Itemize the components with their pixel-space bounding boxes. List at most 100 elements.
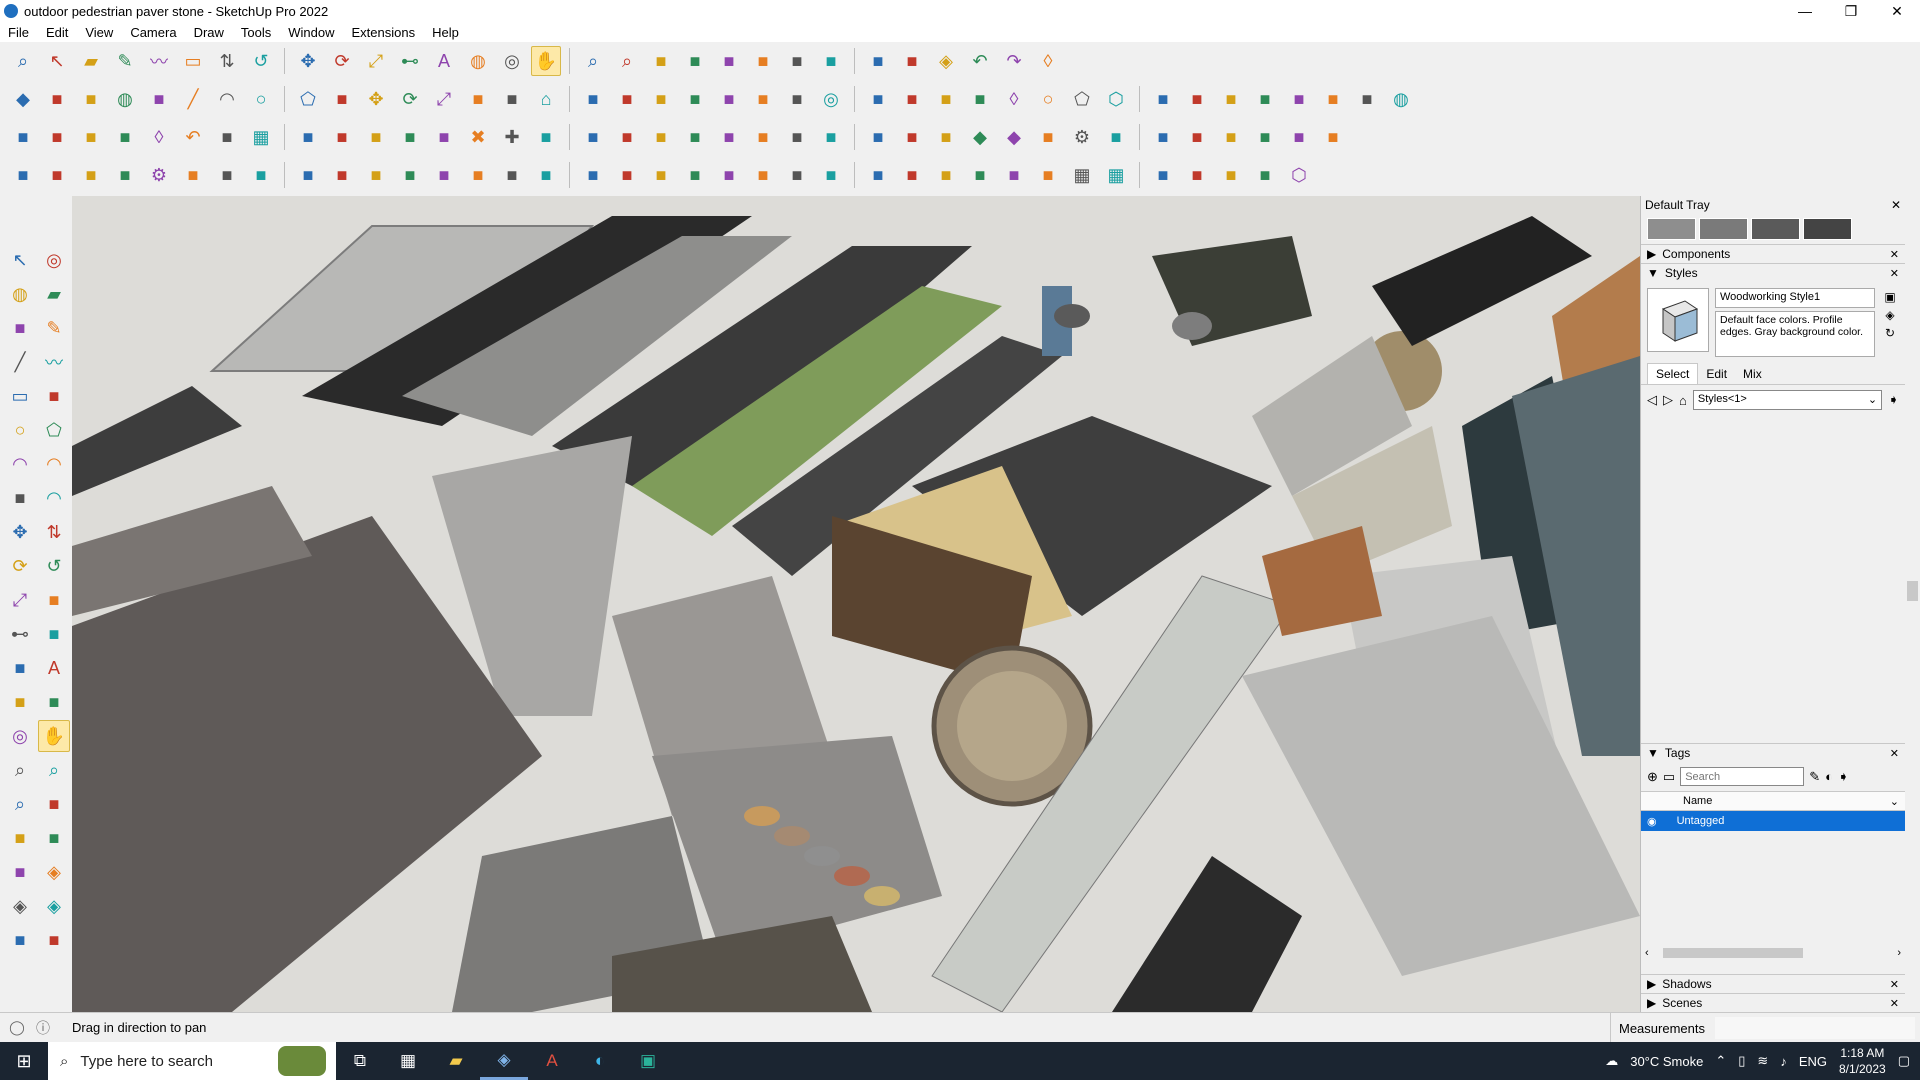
- paint-icon[interactable]: ◍: [1386, 84, 1416, 114]
- roof-icon[interactable]: ■: [578, 84, 608, 114]
- warehouse-icon[interactable]: ■: [782, 46, 812, 76]
- spike-icon[interactable]: ■: [531, 160, 561, 190]
- menu-help[interactable]: Help: [424, 25, 468, 40]
- components-section[interactable]: ▶ Components ✕: [1641, 244, 1905, 263]
- loop-icon[interactable]: ■: [680, 122, 710, 152]
- cube-icon[interactable]: ◆: [8, 84, 38, 114]
- hatch-icon[interactable]: ■: [1182, 122, 1212, 152]
- sketchup-icon[interactable]: ◈: [480, 1042, 528, 1080]
- intersect-icon[interactable]: ■: [897, 84, 927, 114]
- 3dsmax-icon[interactable]: ▣: [624, 1042, 672, 1080]
- front-view-icon[interactable]: ■: [714, 46, 744, 76]
- style-description-field[interactable]: Default face colors. Profile edges. Gray…: [1715, 311, 1875, 357]
- stack-icon[interactable]: ■: [931, 122, 961, 152]
- windows-start-icon[interactable]: ⊞: [0, 1042, 48, 1080]
- geo-location-icon[interactable]: ◯: [8, 1019, 26, 1037]
- arrow-icon[interactable]: ■: [714, 160, 744, 190]
- section-display-icon[interactable]: ◈: [4, 890, 36, 922]
- gear-icon[interactable]: ⚙: [1067, 122, 1097, 152]
- tape-icon[interactable]: ⊷: [4, 618, 36, 650]
- circle-icon[interactable]: ○: [4, 414, 36, 446]
- cone2-icon[interactable]: ■: [612, 122, 642, 152]
- flip-icon[interactable]: ■: [463, 84, 493, 114]
- previous-icon[interactable]: ■: [38, 788, 70, 820]
- saw-icon[interactable]: ■: [816, 160, 846, 190]
- stack-icon[interactable]: ■: [748, 160, 778, 190]
- bend-icon[interactable]: ■: [395, 122, 425, 152]
- plane2-icon[interactable]: ■: [42, 122, 72, 152]
- explode-icon[interactable]: ■: [1318, 84, 1348, 114]
- language-indicator[interactable]: ENG: [1799, 1054, 1827, 1069]
- window-icon[interactable]: ■: [1148, 122, 1178, 152]
- lamp-icon[interactable]: ■: [816, 122, 846, 152]
- chevron-up-icon[interactable]: ⌃: [1715, 1053, 1726, 1069]
- shell-icon[interactable]: ■: [293, 160, 323, 190]
- select-icon[interactable]: ↖: [4, 244, 36, 276]
- hook-icon[interactable]: ■: [863, 122, 893, 152]
- close-icon[interactable]: ✕: [1890, 978, 1899, 991]
- forward-arrow-icon[interactable]: ▷: [1663, 392, 1673, 408]
- door-icon[interactable]: ■: [612, 84, 642, 114]
- twist-icon[interactable]: ■: [212, 160, 242, 190]
- pipe-icon[interactable]: ■: [361, 122, 391, 152]
- truss2-icon[interactable]: ■: [1033, 160, 1063, 190]
- tape-icon[interactable]: ⊷: [395, 46, 425, 76]
- weather-text[interactable]: 30°C Smoke: [1630, 1054, 1703, 1069]
- undo-icon[interactable]: ↶: [965, 46, 995, 76]
- rotated-rect-icon[interactable]: ■: [38, 380, 70, 412]
- axes-icon[interactable]: ■: [897, 46, 927, 76]
- volume-icon[interactable]: ♪: [1780, 1054, 1787, 1069]
- menu-file[interactable]: File: [0, 25, 38, 40]
- cut-icon[interactable]: ■: [110, 160, 140, 190]
- acrobat-icon[interactable]: A: [528, 1042, 576, 1080]
- measurements-input[interactable]: [1714, 1017, 1915, 1039]
- fence-icon[interactable]: ■: [361, 160, 391, 190]
- scale-icon[interactable]: ⤢: [361, 46, 391, 76]
- extension-icon[interactable]: ■: [816, 46, 846, 76]
- paint-icon[interactable]: ◍: [4, 278, 36, 310]
- car-icon[interactable]: ■: [76, 160, 106, 190]
- component-icon[interactable]: ■: [42, 84, 72, 114]
- info-icon[interactable]: ⓘ: [34, 1019, 52, 1037]
- scale-icon[interactable]: ⤢: [4, 584, 36, 616]
- weld-icon[interactable]: ■: [1284, 84, 1314, 114]
- text-icon[interactable]: A: [38, 652, 70, 684]
- style-swatch[interactable]: [1751, 218, 1800, 240]
- blob-icon[interactable]: ■: [1250, 84, 1280, 114]
- menu-window[interactable]: Window: [280, 25, 343, 40]
- spiral-icon[interactable]: ■: [748, 122, 778, 152]
- weather-icon[interactable]: ☁: [1605, 1053, 1618, 1069]
- paint-icon[interactable]: ◍: [463, 46, 493, 76]
- cylinder-icon[interactable]: ■: [497, 160, 527, 190]
- close-icon[interactable]: ✕: [1890, 248, 1899, 261]
- style-swatch[interactable]: [1803, 218, 1852, 240]
- zoom-icon[interactable]: ⌕: [8, 46, 38, 76]
- calculator-icon[interactable]: ▦: [384, 1042, 432, 1080]
- pencil-icon[interactable]: ✎: [110, 46, 140, 76]
- path-icon[interactable]: ■: [429, 122, 459, 152]
- frame-icon[interactable]: ■: [293, 122, 323, 152]
- warn-icon[interactable]: ■: [646, 122, 676, 152]
- close-icon[interactable]: ✕: [1890, 267, 1899, 280]
- rotate-icon[interactable]: ⟳: [4, 550, 36, 582]
- scale-icon[interactable]: ⤢: [429, 84, 459, 114]
- tray-close-icon[interactable]: ✕: [1891, 198, 1901, 212]
- right-view-icon[interactable]: ■: [748, 46, 778, 76]
- undo-curve-icon[interactable]: ↶: [178, 122, 208, 152]
- shadows-section[interactable]: ▶ Shadows ✕: [1641, 974, 1905, 993]
- truss-icon[interactable]: ■: [999, 160, 1029, 190]
- box-icon[interactable]: ■: [1033, 122, 1063, 152]
- style-swatch[interactable]: [1647, 218, 1696, 240]
- protractor-icon[interactable]: ■: [4, 652, 36, 684]
- style-name-field[interactable]: Woodworking Style1: [1715, 288, 1875, 308]
- home-icon[interactable]: ⌂: [1679, 393, 1687, 408]
- restore-button[interactable]: ❐: [1828, 0, 1874, 22]
- polygon-icon[interactable]: ⬠: [293, 84, 323, 114]
- rectangle-icon[interactable]: ▭: [4, 380, 36, 412]
- wood-icon[interactable]: ■: [327, 122, 357, 152]
- minimize-button[interactable]: —: [1782, 0, 1828, 22]
- fence2-icon[interactable]: ■: [395, 160, 425, 190]
- position-camera-icon[interactable]: ■: [4, 822, 36, 854]
- material-icon[interactable]: ■: [782, 84, 812, 114]
- orbit-icon[interactable]: ◎: [4, 720, 36, 752]
